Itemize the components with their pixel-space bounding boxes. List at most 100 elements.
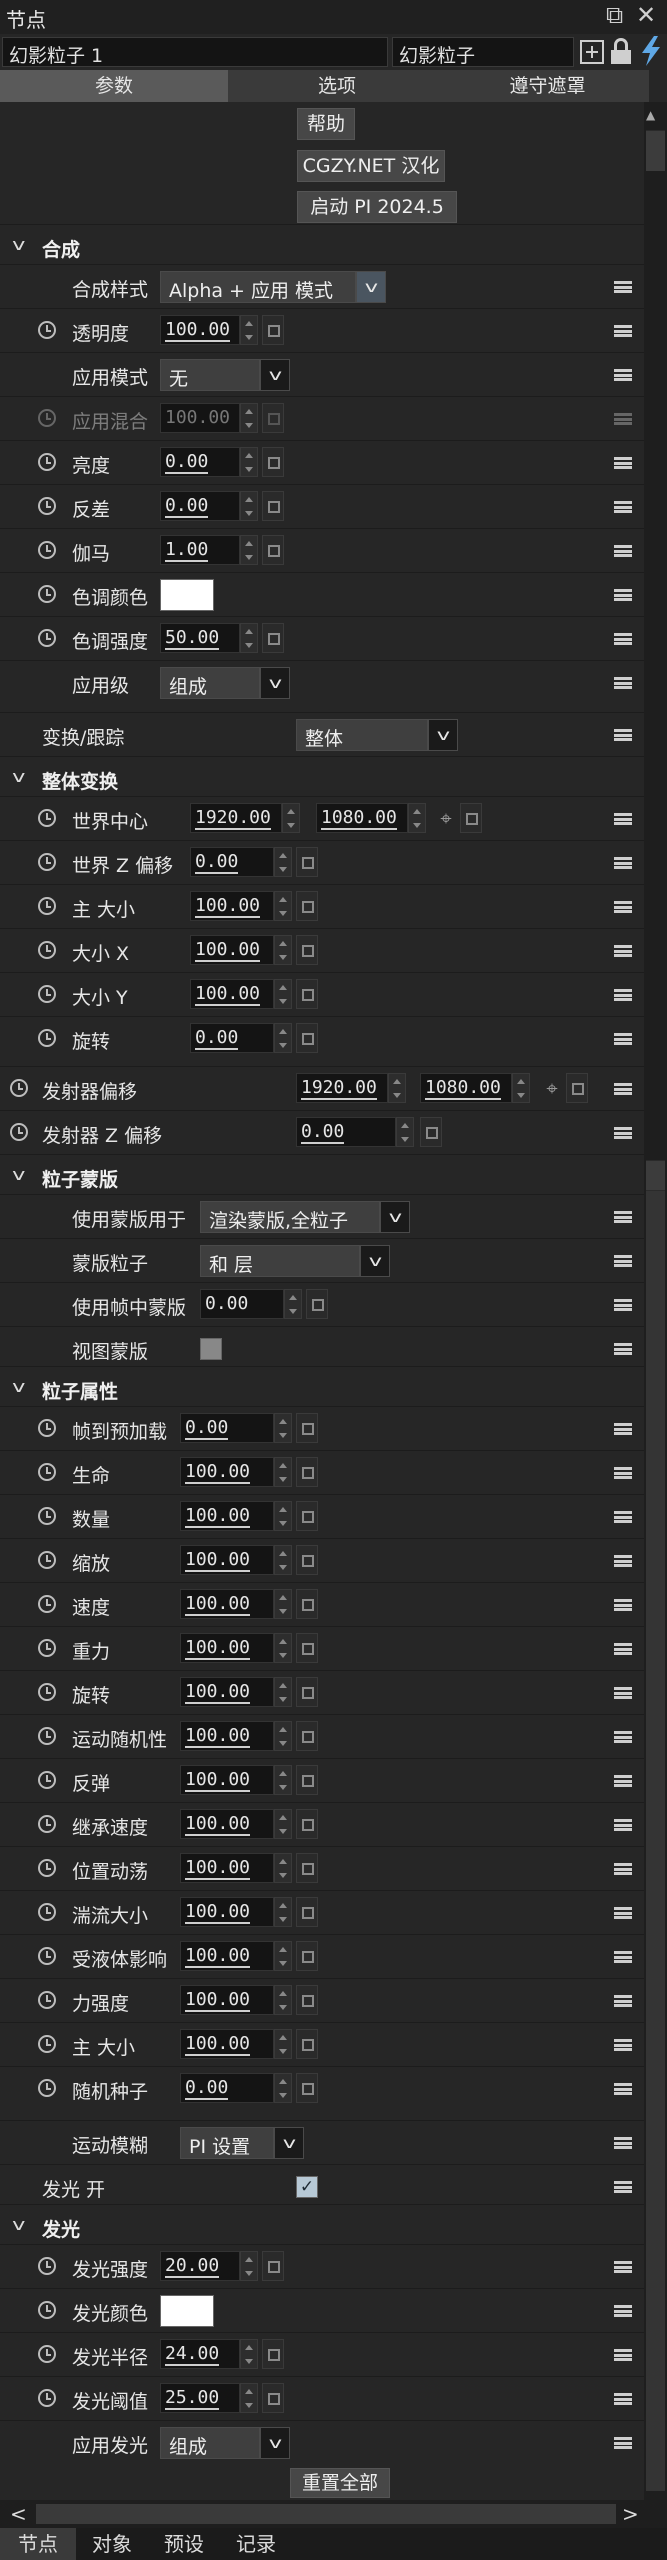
stepper[interactable] — [274, 1677, 292, 1707]
keyframe-clock-icon[interactable] — [10, 1123, 28, 1141]
stepper[interactable] — [274, 847, 292, 877]
row-menu-icon[interactable] — [614, 369, 632, 381]
tab-obey-mask[interactable]: 遵守遮罩 — [446, 70, 649, 102]
row-menu-icon[interactable] — [614, 1211, 632, 1223]
tint-strength-input[interactable]: 50.00 — [160, 623, 240, 653]
row-menu-icon[interactable] — [614, 1423, 632, 1435]
row-menu-icon[interactable] — [614, 545, 632, 557]
tint-color-swatch[interactable] — [160, 579, 214, 611]
stepper[interactable] — [240, 315, 258, 345]
row-menu-icon[interactable] — [614, 1255, 632, 1267]
row-menu-icon[interactable] — [614, 2261, 632, 2273]
row-menu-icon[interactable] — [614, 1819, 632, 1831]
particle-prop-input[interactable]: 100.00 — [180, 1721, 274, 1751]
stepper[interactable] — [274, 935, 292, 965]
row-menu-icon[interactable] — [614, 589, 632, 601]
tab-params[interactable]: 参数 — [0, 70, 228, 102]
particle-prop-input[interactable]: 100.00 — [180, 1457, 274, 1487]
horizontal-scroll-thumb[interactable] — [36, 2504, 616, 2524]
expression-pick-icon[interactable] — [296, 1633, 318, 1663]
stepper[interactable] — [408, 803, 426, 833]
particle-props-section-header[interactable]: v 粒子属性 — [0, 1366, 644, 1411]
glow-on-checkbox[interactable]: ✓ — [296, 2176, 318, 2198]
particle-prop-input[interactable]: 100.00 — [180, 1545, 274, 1575]
row-menu-icon[interactable] — [614, 1863, 632, 1875]
expression-pick-icon[interactable] — [296, 891, 318, 921]
scroll-right-icon[interactable]: > — [622, 2502, 639, 2526]
stepper[interactable] — [274, 891, 292, 921]
stepper[interactable] — [240, 535, 258, 565]
keyframe-clock-icon[interactable] — [38, 809, 56, 827]
layer-name-field[interactable]: 幻影粒子 1 — [2, 37, 388, 67]
row-menu-icon[interactable] — [614, 901, 632, 913]
gamma-input[interactable]: 1.00 — [160, 535, 240, 565]
apply-glow-dropdown[interactable]: 组成 — [160, 2427, 260, 2459]
effect-name-field[interactable]: 幻影粒子 — [392, 37, 574, 67]
row-menu-icon[interactable] — [614, 989, 632, 1001]
keyframe-clock-icon[interactable] — [38, 1551, 56, 1569]
row-menu-icon[interactable] — [614, 2181, 632, 2193]
stepper[interactable] — [274, 1501, 292, 1531]
expression-pick-icon[interactable] — [296, 1941, 318, 1971]
stepper[interactable] — [396, 1117, 414, 1147]
expression-pick-icon[interactable] — [296, 1457, 318, 1487]
expression-pick-icon[interactable] — [296, 2029, 318, 2059]
particle-prop-input[interactable]: 100.00 — [180, 1589, 274, 1619]
stepper[interactable] — [240, 623, 258, 653]
scroll-thumb[interactable] — [646, 1190, 665, 2491]
stepper[interactable] — [240, 2251, 258, 2281]
opacity-input[interactable]: 100.00 — [160, 315, 240, 345]
particle-prop-input[interactable]: 100.00 — [180, 1897, 274, 1927]
keyframe-clock-icon[interactable] — [38, 1463, 56, 1481]
stepper[interactable] — [240, 2339, 258, 2369]
help-button[interactable]: 帮助 — [297, 108, 355, 140]
keyframe-clock-icon[interactable] — [38, 585, 56, 603]
size-y-input[interactable]: 100.00 — [190, 979, 274, 1009]
chevron-down-icon[interactable]: v — [260, 2427, 290, 2459]
keyframe-clock-icon[interactable] — [38, 2301, 56, 2319]
emitter-z-input[interactable]: 0.00 — [296, 1117, 396, 1147]
row-menu-icon[interactable] — [614, 1731, 632, 1743]
row-menu-icon[interactable] — [614, 1083, 632, 1095]
keyframe-clock-icon[interactable] — [38, 1815, 56, 1833]
particle-prop-input[interactable]: 100.00 — [180, 1985, 274, 2015]
tab-preset[interactable]: 预设 — [148, 2528, 220, 2560]
stepper[interactable] — [274, 1721, 292, 1751]
stepper[interactable] — [274, 1545, 292, 1575]
expression-pick-icon[interactable] — [262, 447, 284, 477]
undock-icon[interactable]: ⧉ — [606, 1, 623, 29]
scroll-track-segment[interactable] — [646, 130, 665, 171]
keyframe-clock-icon[interactable] — [38, 2257, 56, 2275]
scroll-left-icon[interactable]: < — [10, 2502, 27, 2526]
expression-pick-icon[interactable] — [262, 491, 284, 521]
expression-pick-icon[interactable] — [262, 2251, 284, 2281]
row-menu-icon[interactable] — [614, 1127, 632, 1139]
stepper[interactable] — [274, 1897, 292, 1927]
keyframe-clock-icon[interactable] — [38, 2389, 56, 2407]
stepper[interactable] — [240, 447, 258, 477]
expression-pick-icon[interactable] — [296, 1677, 318, 1707]
use-mask-dropdown[interactable]: 渲染蒙版,全粒子 — [200, 1201, 380, 1233]
expression-pick-icon[interactable] — [296, 1545, 318, 1575]
stepper[interactable] — [274, 1023, 292, 1053]
keyframe-clock-icon[interactable] — [38, 1683, 56, 1701]
expression-pick-icon[interactable] — [420, 1117, 442, 1147]
expression-pick-icon[interactable] — [296, 1809, 318, 1839]
chevron-down-icon[interactable]: v — [360, 1245, 390, 1277]
contrast-input[interactable]: 0.00 — [160, 491, 240, 521]
composite-style-dropdown[interactable]: Alpha + 应用 模式 — [160, 271, 356, 303]
keyframe-clock-icon[interactable] — [38, 941, 56, 959]
expression-pick-icon[interactable] — [262, 315, 284, 345]
tab-node[interactable]: 节点 — [0, 2528, 76, 2560]
stepper[interactable] — [274, 2073, 292, 2103]
expression-pick-icon[interactable] — [296, 1501, 318, 1531]
row-menu-icon[interactable] — [614, 633, 632, 645]
keyframe-clock-icon[interactable] — [10, 1079, 28, 1097]
lightning-icon[interactable] — [638, 36, 664, 66]
credit-button[interactable]: CGZY.NET 汉化 — [297, 150, 445, 182]
launch-pi-button[interactable]: 启动 PI 2024.5 — [297, 191, 457, 223]
emitter-offset-x-input[interactable]: 1920.00 — [296, 1073, 388, 1103]
stepper[interactable] — [240, 491, 258, 521]
row-menu-icon[interactable] — [614, 1343, 632, 1355]
keyframe-clock-icon[interactable] — [38, 1507, 56, 1525]
